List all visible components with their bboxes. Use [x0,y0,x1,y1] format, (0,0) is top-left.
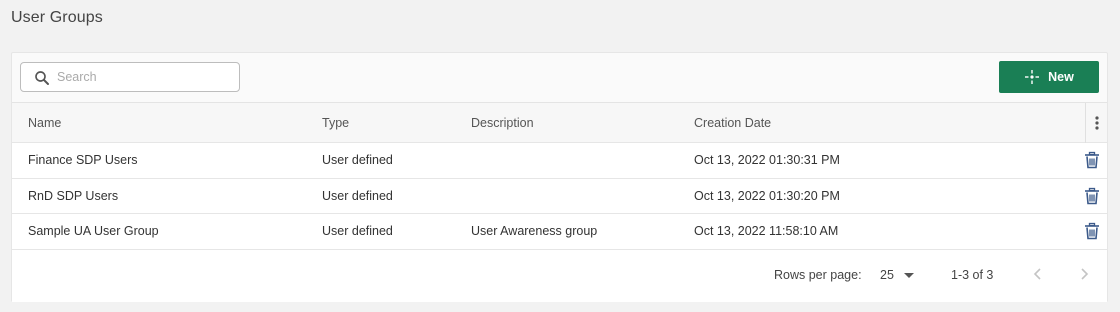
table-row[interactable]: Finance SDP Users User defined Oct 13, 2… [12,143,1107,179]
chevron-right-icon[interactable] [1076,266,1092,282]
column-header-description[interactable]: Description [471,116,534,130]
column-header-name[interactable]: Name [28,116,61,130]
cell-description: User Awareness group [471,224,598,239]
cell-creation-date: Oct 13, 2022 01:30:31 PM [694,153,840,168]
cell-type: User defined [322,153,393,168]
rows-per-page-label: Rows per page: [774,268,862,282]
new-button-label: New [1048,70,1074,84]
trash-icon[interactable] [1083,151,1101,169]
sparkle-plus-icon [1025,70,1040,84]
trash-icon[interactable] [1083,187,1101,205]
cell-creation-date: Oct 13, 2022 11:58:10 AM [694,224,839,239]
kebab-menu-icon [1094,116,1099,130]
search-box[interactable] [20,62,240,92]
cell-name: Sample UA User Group [28,224,159,239]
trash-icon[interactable] [1083,222,1101,240]
rows-per-page-select[interactable]: 25 [880,268,914,282]
cell-type: User defined [322,188,393,203]
cell-name: Finance SDP Users [28,153,138,168]
chevron-left-icon[interactable] [1030,266,1046,282]
toolbar: New [12,53,1107,102]
new-button[interactable]: New [999,61,1099,93]
search-icon [35,71,49,85]
cell-creation-date: Oct 13, 2022 01:30:20 PM [694,188,840,203]
caret-down-icon [903,272,914,278]
user-groups-table: Name Type Description Creation Date Fina… [12,102,1107,250]
pagination-bar: Rows per page: 25 1-3 of 3 [12,250,1107,302]
column-header-type[interactable]: Type [322,116,349,130]
table-row[interactable]: Sample UA User Group User defined User A… [12,214,1107,250]
page-title: User Groups [11,9,103,26]
column-header-creation-date[interactable]: Creation Date [694,116,771,130]
column-menu-button[interactable] [1085,103,1107,143]
cell-type: User defined [322,224,393,239]
search-input[interactable] [57,67,233,87]
pagination-range: 1-3 of 3 [951,268,994,282]
rows-per-page-value: 25 [880,268,894,282]
user-groups-card: New Name Type Description Creation Date … [11,52,1108,302]
cell-name: RnD SDP Users [28,188,119,203]
table-row[interactable]: RnD SDP Users User defined Oct 13, 2022 … [12,179,1107,214]
table-header-row: Name Type Description Creation Date [12,103,1107,143]
